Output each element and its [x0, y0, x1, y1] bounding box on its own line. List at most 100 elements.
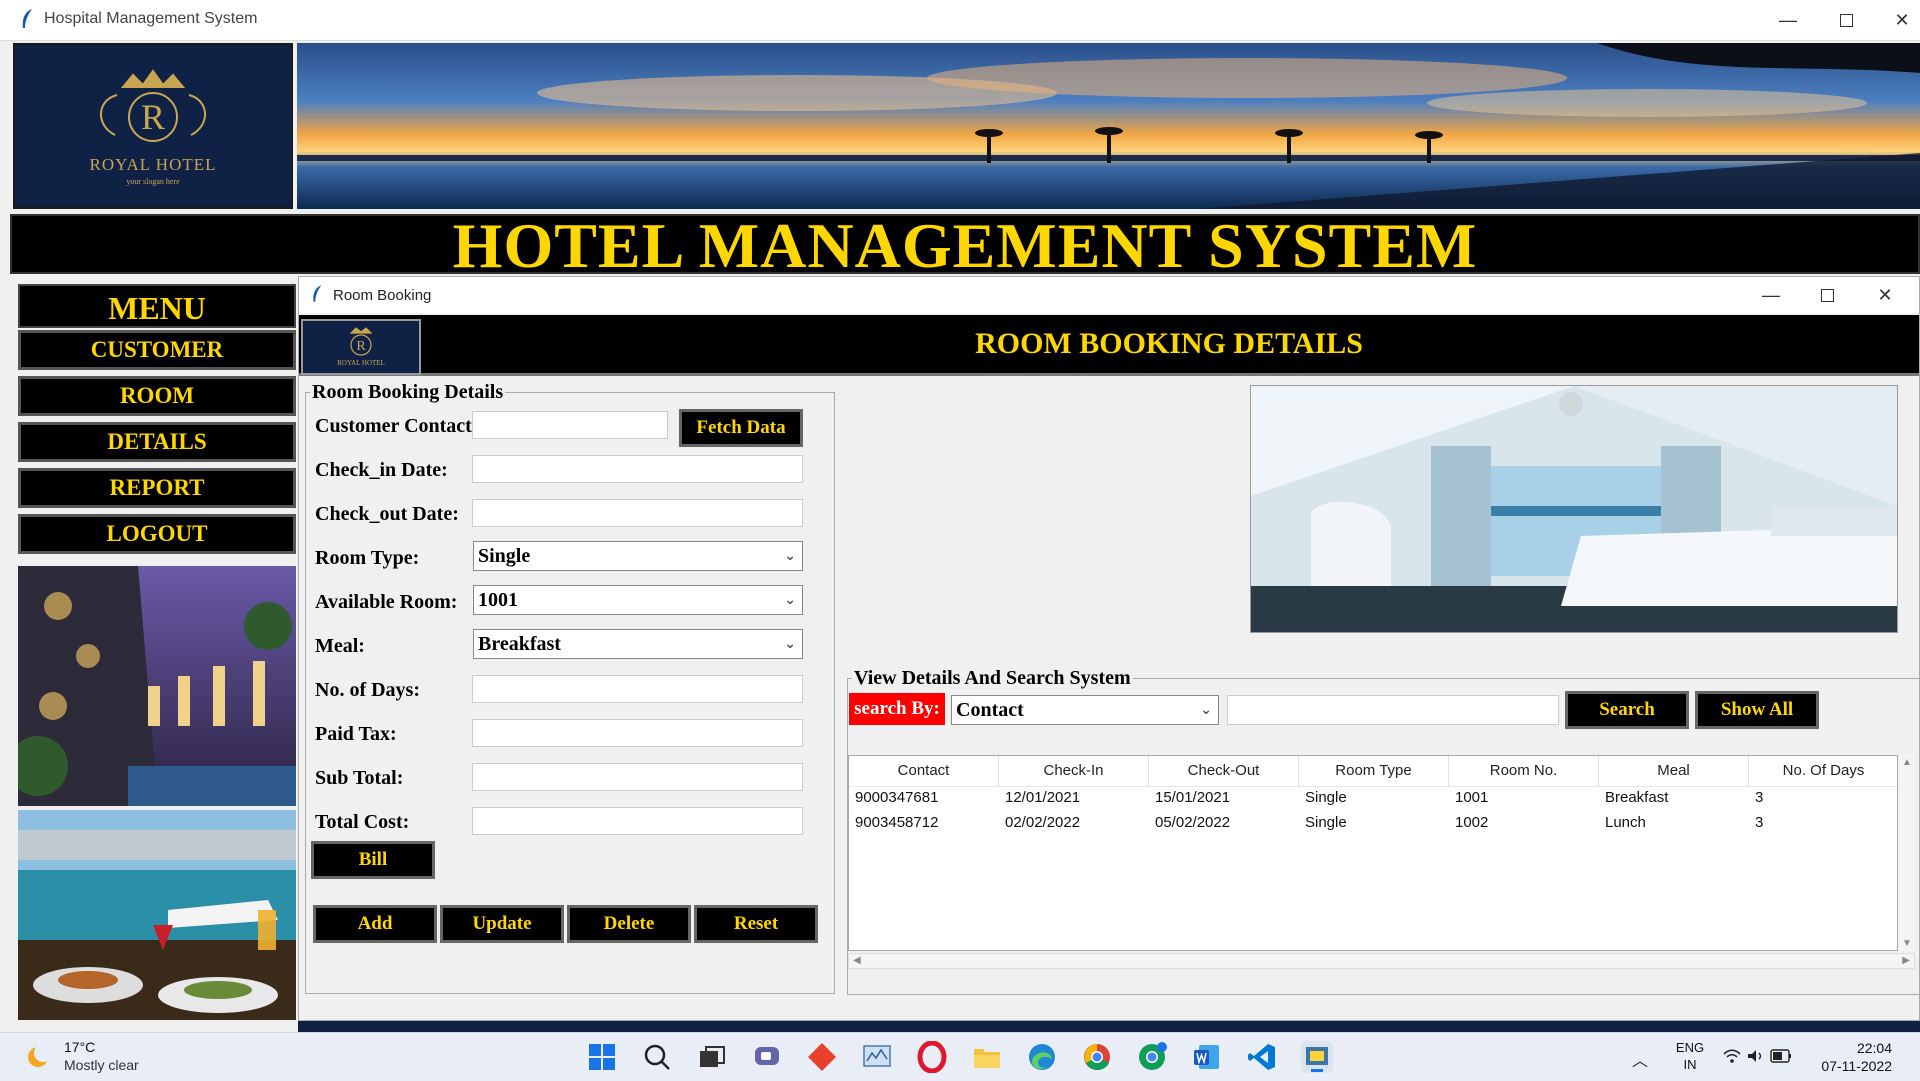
maximize-icon: [1820, 288, 1834, 302]
wifi-icon: [1723, 1049, 1741, 1063]
delete-button[interactable]: Delete: [567, 905, 691, 943]
column-header[interactable]: Room Type: [1299, 756, 1449, 787]
menu-logout-button[interactable]: LOGOUT: [18, 514, 296, 554]
update-button[interactable]: Update: [440, 905, 564, 943]
task-view-button[interactable]: [696, 1041, 728, 1073]
search-taskbar-button[interactable]: [641, 1041, 673, 1073]
scroll-up-icon[interactable]: ▲: [1902, 757, 1912, 768]
chrome-button[interactable]: [1081, 1041, 1113, 1073]
available-room-value: 1001: [478, 589, 518, 611]
word-button[interactable]: [1191, 1041, 1223, 1073]
scroll-down-icon[interactable]: ▼: [1902, 938, 1912, 949]
python-icon: [1306, 1047, 1328, 1072]
scroll-left-icon[interactable]: ◀: [853, 955, 861, 966]
maximize-button[interactable]: [1818, 0, 1874, 40]
python-app-button[interactable]: [1301, 1041, 1333, 1073]
search-icon: [644, 1044, 670, 1070]
clock[interactable]: 22:04 07-11-2022: [1808, 1039, 1892, 1075]
sub-minimize-button[interactable]: —: [1743, 277, 1799, 313]
booking-table[interactable]: Contact Check-In Check-Out Room Type Roo…: [848, 755, 1898, 951]
column-header[interactable]: Check-In: [999, 756, 1149, 787]
fetch-data-button[interactable]: Fetch Data: [679, 409, 803, 447]
main-titlebar: Hospital Management System — ✕: [0, 0, 1920, 41]
room-type-select[interactable]: Single ⌄: [473, 541, 803, 571]
column-header[interactable]: Meal: [1599, 756, 1749, 787]
days-label: No. of Days:: [315, 679, 420, 701]
opera-button[interactable]: [916, 1040, 948, 1074]
weather-widget[interactable]: 17°C Mostly clear: [20, 1037, 190, 1077]
table-horizontal-scrollbar[interactable]: ◀ ▶: [848, 953, 1915, 969]
svg-text:R: R: [141, 97, 165, 137]
menu-room-button[interactable]: ROOM: [18, 376, 296, 416]
menu-title: MENU: [18, 284, 296, 328]
edge-button[interactable]: [1026, 1041, 1058, 1073]
app-title: HOTEL MANAGEMENT SYSTEM: [452, 210, 1478, 281]
available-room-select[interactable]: 1001 ⌄: [473, 585, 803, 615]
add-button[interactable]: Add: [313, 905, 437, 943]
sub-maximize-button[interactable]: [1799, 277, 1855, 313]
vscode-button[interactable]: [1246, 1041, 1278, 1073]
column-header[interactable]: Room No.: [1449, 756, 1599, 787]
scroll-right-icon[interactable]: ▶: [1902, 955, 1910, 966]
room-type-label: Room Type:: [315, 547, 420, 569]
system-tray[interactable]: [1722, 1045, 1792, 1069]
table-cell: Single: [1305, 789, 1347, 806]
app-diamond-button[interactable]: [806, 1041, 838, 1073]
paid-tax-label: Paid Tax:: [315, 723, 397, 745]
close-button[interactable]: ✕: [1874, 0, 1920, 40]
show-all-button[interactable]: Show All: [1695, 691, 1819, 729]
chrome-profile-button[interactable]: [1136, 1041, 1168, 1073]
menu-customer-button[interactable]: CUSTOMER: [18, 330, 296, 370]
volume-icon: [1748, 1050, 1762, 1062]
checkin-input[interactable]: [472, 455, 803, 483]
show-hidden-icons-button[interactable]: ︿: [1632, 1047, 1648, 1071]
column-header[interactable]: Check-Out: [1149, 756, 1299, 787]
reset-button[interactable]: Reset: [694, 905, 818, 943]
table-cell: Lunch: [1605, 814, 1646, 831]
table-cell: 15/01/2021: [1155, 789, 1231, 806]
column-header[interactable]: No. Of Days: [1749, 756, 1897, 787]
file-explorer-button[interactable]: [971, 1041, 1003, 1073]
meal-select[interactable]: Breakfast ⌄: [473, 629, 803, 659]
table-cell: 1002: [1455, 814, 1489, 831]
minimize-button[interactable]: —: [1760, 0, 1816, 40]
bill-button[interactable]: Bill: [311, 841, 435, 879]
sub-close-button[interactable]: ✕: [1857, 277, 1913, 313]
chart-monitor-icon: [863, 1045, 891, 1067]
start-button[interactable]: [586, 1041, 618, 1073]
subtotal-input[interactable]: [472, 763, 803, 791]
menu-details-button[interactable]: DETAILS: [18, 422, 296, 462]
days-input[interactable]: [472, 675, 803, 703]
marina-dining-image: [18, 810, 296, 1020]
bedroom-image: [1250, 385, 1898, 633]
table-vertical-scrollbar[interactable]: ▲ ▼: [1899, 755, 1915, 951]
sub-titlebar: Room Booking — ✕: [299, 277, 1919, 313]
meal-label: Meal:: [315, 635, 365, 657]
total-cost-input[interactable]: [472, 807, 803, 835]
window-title: Hospital Management System: [44, 10, 258, 27]
paid-tax-input[interactable]: [472, 719, 803, 747]
total-cost-label: Total Cost:: [315, 811, 410, 833]
teams-chat-button[interactable]: [751, 1041, 783, 1073]
language-indicator[interactable]: ENG IN: [1670, 1039, 1710, 1073]
room-booking-window: Room Booking — ✕ ROOM BOOKING DETAILS R …: [298, 276, 1920, 1021]
checkout-input[interactable]: [472, 499, 803, 527]
search-input[interactable]: [1227, 695, 1559, 725]
column-header[interactable]: Contact: [849, 756, 999, 787]
search-button[interactable]: Search: [1565, 691, 1689, 729]
chrome-icon: [1084, 1044, 1110, 1070]
contact-input[interactable]: [472, 411, 668, 439]
checkout-label: Check_out Date:: [315, 503, 459, 525]
search-by-value: Contact: [956, 699, 1024, 721]
word-icon: [1194, 1045, 1219, 1069]
table-cell: 05/02/2022: [1155, 814, 1231, 831]
monitor-app-button[interactable]: [861, 1041, 893, 1073]
table-cell: Single: [1305, 814, 1347, 831]
chevron-up-icon: ︿: [1632, 1053, 1649, 1070]
search-by-select[interactable]: Contact ⌄: [951, 695, 1219, 725]
folder-icon: [974, 1049, 1000, 1068]
menu-report-button[interactable]: REPORT: [18, 468, 296, 508]
lang-line-1: ENG: [1675, 1040, 1705, 1055]
logo-slogan: your slogan here: [126, 177, 180, 186]
logo-name: ROYAL HOTEL: [89, 155, 217, 174]
